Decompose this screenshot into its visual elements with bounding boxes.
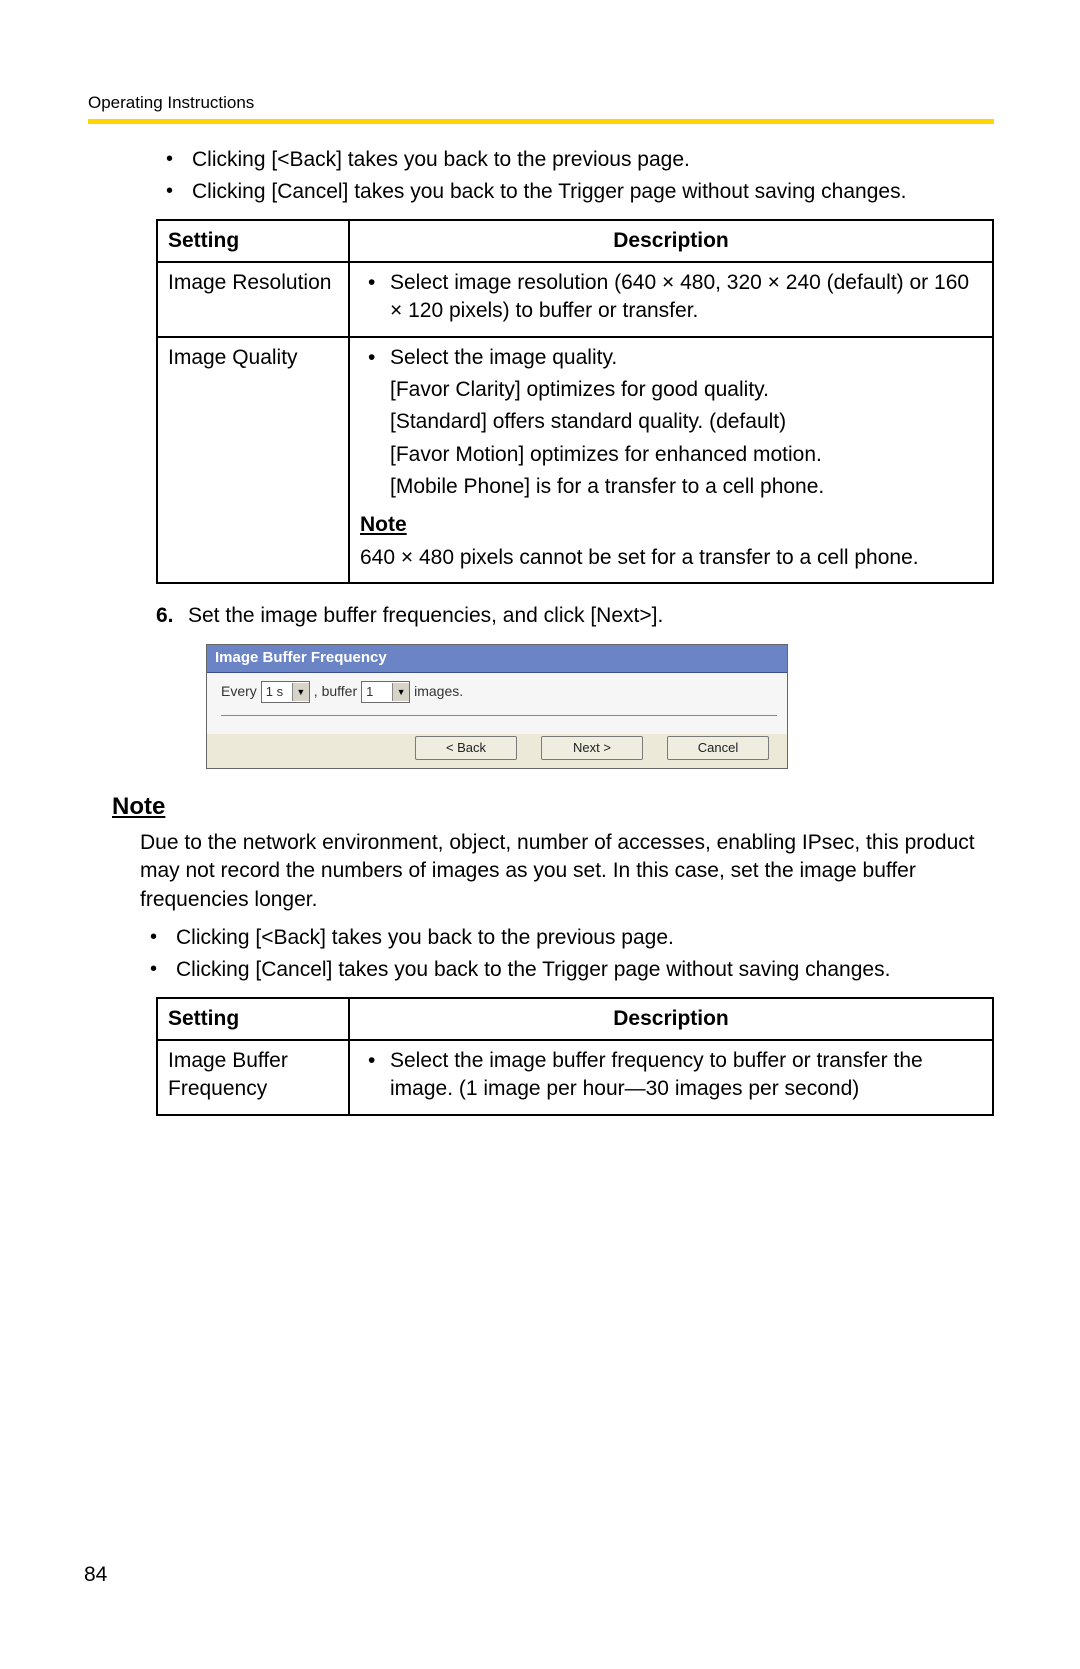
desc-bullet: Select the image quality.: [360, 344, 982, 372]
th-description: Description: [349, 220, 993, 262]
cell-description: Select the image quality. [Favor Clarity…: [349, 337, 993, 583]
intro-bullet-1: Clicking [<Back] takes you back to the p…: [156, 146, 994, 174]
desc-line: [Standard] offers standard quality. (def…: [390, 408, 982, 436]
desc-line: [Favor Clarity] optimizes for good quali…: [390, 376, 982, 404]
settings-table-2: Setting Description Image Buffer Frequen…: [156, 997, 994, 1116]
back-button[interactable]: < Back: [415, 736, 517, 760]
time-dropdown-value: 1 s: [266, 683, 292, 701]
count-dropdown-value: 1: [366, 683, 392, 701]
note-bullet-1: Clicking [<Back] takes you back to the p…: [140, 924, 994, 952]
note-text: 640 × 480 pixels cannot be set for a tra…: [360, 544, 982, 572]
label-every: Every: [221, 682, 257, 701]
note-bullets: Clicking [<Back] takes you back to the p…: [140, 924, 994, 985]
ui-body: Every 1 s ▼ , buffer 1 ▼ images.: [207, 673, 787, 734]
desc-line: [Mobile Phone] is for a transfer to a ce…: [390, 473, 982, 501]
step-number: 6.: [156, 602, 188, 630]
page-number: 84: [84, 1561, 107, 1589]
step-text: Set the image buffer frequencies, and cl…: [188, 602, 663, 630]
desc-bullet: Select image resolution (640 × 480, 320 …: [360, 269, 982, 326]
header-rule: [88, 119, 994, 124]
cell-setting: Image Buffer Frequency: [157, 1040, 349, 1115]
time-dropdown[interactable]: 1 s ▼: [261, 681, 310, 703]
table-row: Image Buffer Frequency Select the image …: [157, 1040, 993, 1115]
label-buffer: , buffer: [314, 682, 357, 701]
next-button[interactable]: Next >: [541, 736, 643, 760]
chevron-down-icon: ▼: [292, 683, 309, 701]
desc-line: [Favor Motion] optimizes for enhanced mo…: [390, 441, 982, 469]
table-row: Image Quality Select the image quality. …: [157, 337, 993, 583]
intro-bullet-2: Clicking [Cancel] takes you back to the …: [156, 178, 994, 206]
cell-description: Select image resolution (640 × 480, 320 …: [349, 262, 993, 337]
table-row: Image Resolution Select image resolution…: [157, 262, 993, 337]
chevron-down-icon: ▼: [392, 683, 409, 701]
note-heading: Note: [112, 791, 994, 823]
ui-button-row: < Back Next > Cancel: [207, 734, 787, 768]
ui-separator: [221, 715, 777, 716]
note-bullet-2: Clicking [Cancel] takes you back to the …: [140, 956, 994, 984]
ui-titlebar: Image Buffer Frequency: [207, 645, 787, 672]
desc-bullet: Select the image buffer frequency to buf…: [360, 1047, 982, 1104]
note-body: Due to the network environment, object, …: [140, 829, 994, 914]
label-images: images.: [414, 682, 463, 701]
th-setting: Setting: [157, 220, 349, 262]
page-header: Operating Instructions: [88, 92, 994, 115]
ui-image-buffer-frequency: Image Buffer Frequency Every 1 s ▼ , buf…: [206, 644, 788, 768]
count-dropdown[interactable]: 1 ▼: [361, 681, 410, 703]
step-6: 6. Set the image buffer frequencies, and…: [156, 602, 994, 630]
settings-table-1: Setting Description Image Resolution Sel…: [156, 219, 994, 584]
cell-setting: Image Resolution: [157, 262, 349, 337]
cell-setting: Image Quality: [157, 337, 349, 583]
note-heading: Note: [360, 511, 982, 539]
cell-description: Select the image buffer frequency to buf…: [349, 1040, 993, 1115]
th-description: Description: [349, 998, 993, 1040]
intro-bullets: Clicking [<Back] takes you back to the p…: [156, 146, 994, 207]
cancel-button[interactable]: Cancel: [667, 736, 769, 760]
th-setting: Setting: [157, 998, 349, 1040]
